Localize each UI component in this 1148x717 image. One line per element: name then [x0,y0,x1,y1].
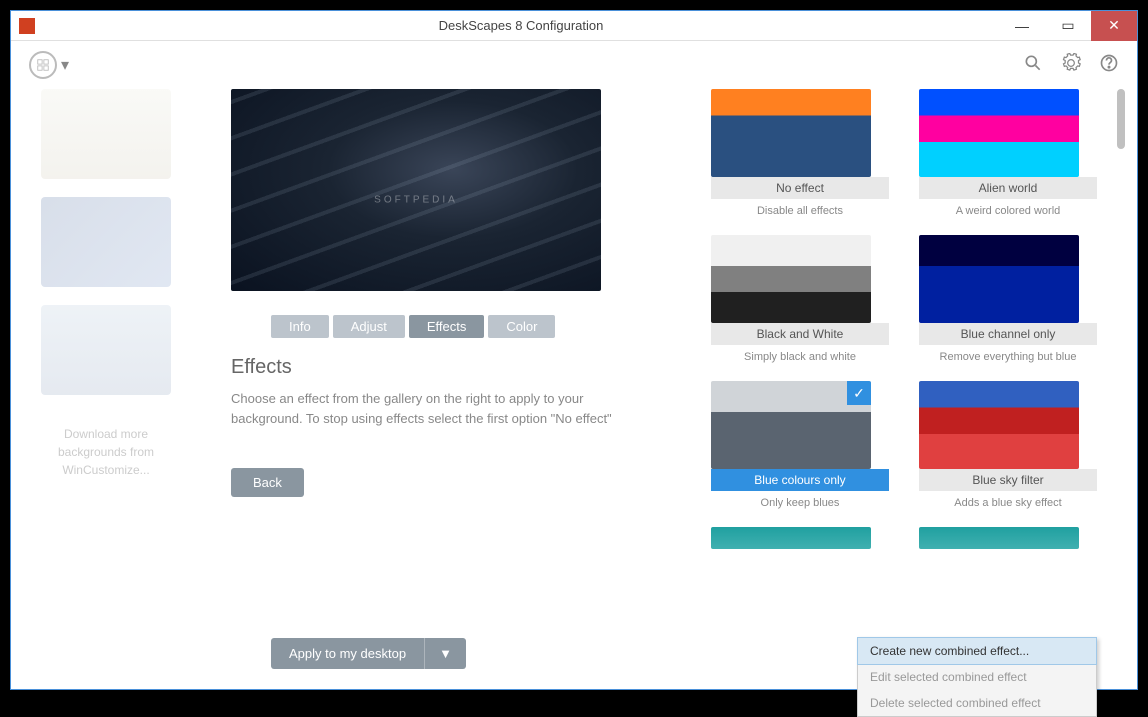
effect-blue-sky[interactable]: Blue sky filter Adds a blue sky effect [919,381,1097,509]
effect-no-effect[interactable]: No effect Disable all effects [711,89,889,217]
help-icon[interactable] [1099,53,1119,78]
tabs: Info Adjust Effects Color [271,315,671,338]
menu-delete-combined: Delete selected combined effect [858,690,1096,716]
effect-thumb [711,235,871,323]
tab-effects[interactable]: Effects [409,315,485,338]
background-thumb-2[interactable] [41,197,171,287]
close-button[interactable]: ✕ [1091,11,1137,41]
gear-icon[interactable] [1061,53,1081,78]
apply-label: Apply to my desktop [271,638,424,669]
titlebar: DeskScapes 8 Configuration — ▭ ✕ [11,11,1137,41]
effect-thumb: ✓ [711,381,871,469]
bottom-bar: Apply to my desktop ▼ Combined effects ▼… [11,638,1137,669]
window-title: DeskScapes 8 Configuration [43,18,999,33]
sidebar: Download more backgrounds from WinCustom… [11,89,211,649]
menu-edit-combined: Edit selected combined effect [858,664,1096,690]
tab-adjust[interactable]: Adjust [333,315,405,338]
minimize-button[interactable]: — [999,11,1045,41]
effect-desc: Disable all effects [711,205,889,217]
menu-icon [29,51,57,79]
section-title: Effects [231,356,671,379]
effect-desc: Adds a blue sky effect [919,497,1097,509]
middle-panel: SOFTPEDIA Info Adjust Effects Color Effe… [211,89,691,649]
effect-desc: Remove everything but blue [919,351,1097,363]
download-link[interactable]: Download more backgrounds from WinCustom… [41,425,171,479]
effect-blue-channel[interactable]: Blue channel only Remove everything but … [919,235,1097,363]
watermark: SOFTPEDIA [374,195,458,206]
scrollbar[interactable] [1117,89,1125,149]
apply-button[interactable]: Apply to my desktop ▼ [271,638,466,669]
effect-more-1[interactable] [711,527,889,549]
background-thumb-3[interactable] [41,305,171,395]
toolbar: ▾ [11,41,1137,89]
effect-black-white[interactable]: Black and White Simply black and white [711,235,889,363]
effect-thumb [711,527,871,549]
effect-name: Alien world [919,177,1097,199]
chevron-down-icon: ▾ [61,55,69,75]
effects-panel: No effect Disable all effects Alien worl… [691,89,1137,649]
effect-more-2[interactable] [919,527,1097,549]
effect-thumb [919,235,1079,323]
app-icon [19,18,35,34]
effect-thumb [919,381,1079,469]
effect-blue-colours[interactable]: ✓ Blue colours only Only keep blues [711,381,889,509]
search-icon[interactable] [1023,53,1043,78]
preview-image: SOFTPEDIA [231,89,601,291]
effect-thumb [919,89,1079,177]
maximize-button[interactable]: ▭ [1045,11,1091,41]
effect-name: Black and White [711,323,889,345]
effect-thumb [711,89,871,177]
effect-thumb [919,527,1079,549]
app-window: DeskScapes 8 Configuration — ▭ ✕ ▾ Downl… [10,10,1138,690]
tab-info[interactable]: Info [271,315,329,338]
effect-desc: Simply black and white [711,351,889,363]
menu-button[interactable]: ▾ [29,51,69,79]
effect-desc: A weird colored world [919,205,1097,217]
back-button[interactable]: Back [231,468,304,497]
window-controls: — ▭ ✕ [999,11,1137,41]
apply-dropdown-icon[interactable]: ▼ [424,638,466,669]
effect-alien-world[interactable]: Alien world A weird colored world [919,89,1097,217]
section-description: Choose an effect from the gallery on the… [231,389,631,428]
background-thumb-1[interactable] [41,89,171,179]
combined-effects-menu: Create new combined effect... Edit selec… [857,637,1097,717]
content: Download more backgrounds from WinCustom… [11,89,1137,649]
menu-create-combined[interactable]: Create new combined effect... [857,637,1097,665]
tab-color[interactable]: Color [488,315,555,338]
effect-name: Blue channel only [919,323,1097,345]
effect-name: Blue colours only [711,469,889,491]
effect-desc: Only keep blues [711,497,889,509]
effect-name: Blue sky filter [919,469,1097,491]
check-icon: ✓ [847,381,871,405]
effect-name: No effect [711,177,889,199]
